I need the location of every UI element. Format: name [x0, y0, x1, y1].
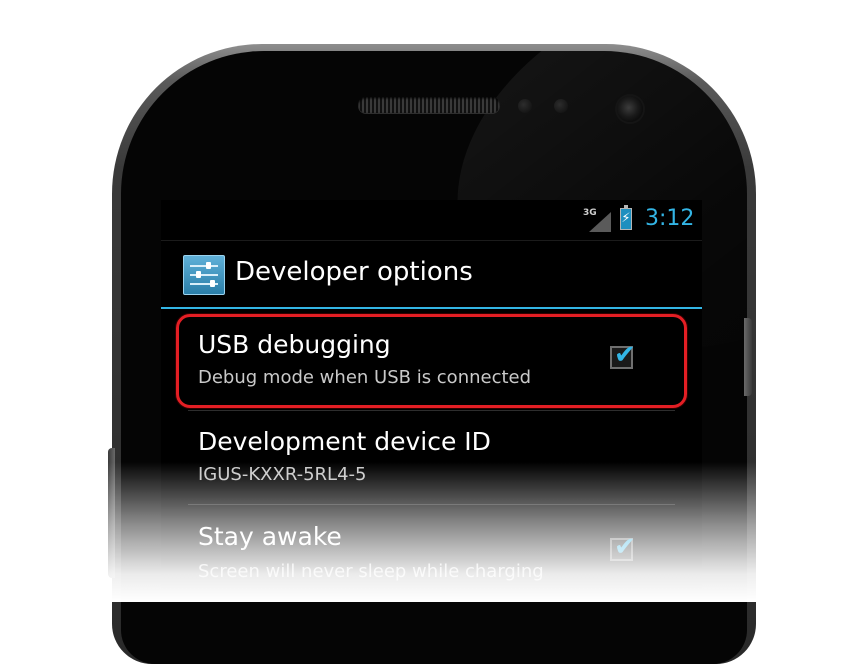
setting-title: Stay awake: [198, 522, 342, 551]
proximity-sensor: [518, 99, 532, 113]
battery-charging-icon: ⚡: [620, 205, 632, 230]
checkmark-icon: ✔: [614, 532, 636, 562]
action-bar: Developer options: [161, 241, 702, 309]
signal-icon: [589, 212, 611, 232]
setting-subtitle: IGUS-KXXR-5RL4-5: [198, 464, 367, 485]
stay-awake-checkbox[interactable]: ✔: [610, 532, 636, 562]
power-button: [744, 318, 752, 396]
usb-debugging-highlight: [176, 314, 687, 408]
setting-development-device-id[interactable]: Development device ID IGUS-KXXR-5RL4-5: [161, 412, 702, 504]
charging-bolt-icon: ⚡: [621, 211, 631, 226]
status-clock: 3:12: [645, 206, 695, 231]
front-camera: [617, 96, 643, 122]
list-divider: [188, 410, 675, 411]
light-sensor: [554, 99, 568, 113]
list-divider: [188, 504, 675, 505]
settings-sliders-icon[interactable]: [183, 255, 225, 295]
status-bar: 3G ⚡ 3:12: [161, 200, 702, 241]
volume-button: [108, 448, 115, 578]
setting-title: Development device ID: [198, 427, 491, 456]
earpiece-speaker: [358, 97, 500, 113]
setting-subtitle: Screen will never sleep while charging: [198, 561, 544, 582]
setting-stay-awake[interactable]: Stay awake Screen will never sleep while…: [161, 506, 702, 602]
page-title: Developer options: [235, 257, 473, 287]
